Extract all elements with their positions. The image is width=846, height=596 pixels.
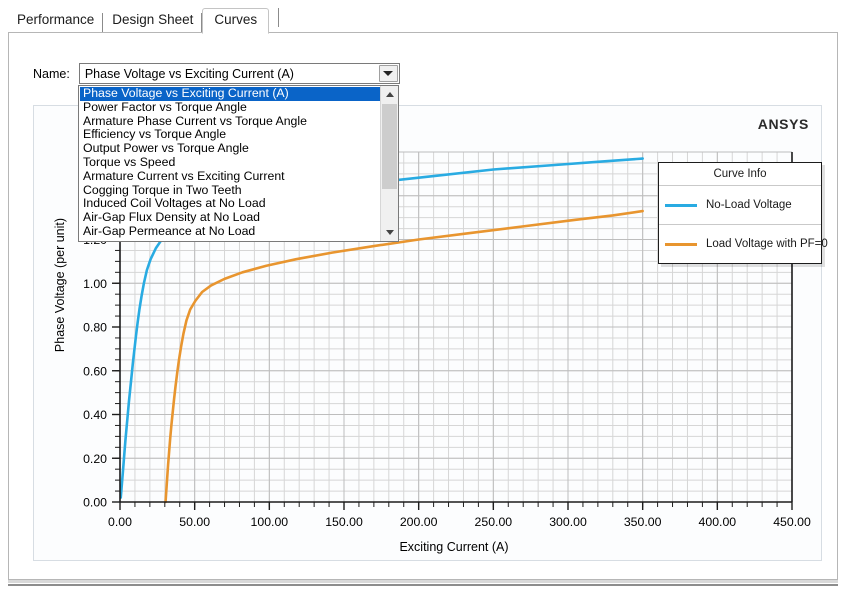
caret-glyph [383,71,394,76]
legend-swatch-no-load-voltage [665,203,697,207]
tab-divider [278,8,280,27]
svg-text:400.00: 400.00 [699,515,737,529]
svg-text:1.00: 1.00 [83,277,107,291]
dropdown-items: Phase Voltage vs Exciting Current (A) Pow… [79,86,380,241]
svg-text:0.80: 0.80 [83,321,107,335]
svg-text:250.00: 250.00 [475,515,513,529]
curve-name-combobox[interactable]: Phase Voltage vs Exciting Current (A) [78,63,400,84]
dropdown-item[interactable]: Phase Voltage vs Exciting Current (A) [80,86,380,101]
svg-text:100.00: 100.00 [251,515,289,529]
tab-design-sheet-label: Design Sheet [112,12,194,27]
curve-name-dropdown-list[interactable]: Phase Voltage vs Exciting Current (A) Pow… [78,85,399,242]
scrollbar-thumb[interactable] [382,104,397,189]
panel-shadow-light [8,580,838,583]
curve-name-selected-value: Phase Voltage vs Exciting Current (A) [84,66,294,81]
triangle-up-glyph [385,92,394,97]
curve-name-label: Name: [33,66,70,81]
dropdown-item[interactable]: Efficiency vs Torque Angle [80,128,380,142]
legend-title: Curve Info [659,163,821,186]
tab-strip: Performance Design Sheet Curves [0,0,846,34]
scroll-down-icon[interactable] [381,224,398,241]
dropdown-scrollbar[interactable] [380,86,398,241]
curves-panel: Name: Phase Voltage vs Exciting Current … [8,32,838,580]
tab-performance-label: Performance [17,12,95,27]
svg-text:0.40: 0.40 [83,408,107,422]
svg-text:0.00: 0.00 [108,515,132,529]
legend-row-no-load-voltage: No-Load Voltage [659,186,821,225]
legend-label-no-load-voltage: No-Load Voltage [706,199,792,211]
dropdown-item[interactable]: Induced Coil Voltages at No Load [80,197,380,211]
dropdown-item[interactable]: Cogging Torque in Two Teeth [80,183,380,198]
legend-row-load-voltage-pf0: Load Voltage with PF=0 [659,225,828,263]
tab-design-sheet[interactable]: Design Sheet [103,9,203,33]
dropdown-item[interactable]: Air-Gap Permeance at No Load [80,224,380,239]
svg-text:0.20: 0.20 [83,452,107,466]
chevron-down-icon[interactable] [378,65,398,82]
dropdown-item[interactable]: Armature Current vs Exciting Current [80,169,380,184]
chart-legend: Curve Info No-Load Voltage Load Voltage … [658,162,828,264]
dropdown-item[interactable]: Power Factor vs Torque Angle [80,100,380,115]
dropdown-item[interactable]: Armature Phase Current vs Torque Angle [80,114,380,129]
scroll-up-icon[interactable] [381,86,398,103]
svg-text:450.00: 450.00 [773,515,811,529]
svg-text:50.00: 50.00 [179,515,210,529]
tab-curves-label: Curves [214,12,258,27]
dropdown-item[interactable]: Air-Gap Flux Density at No Load [80,210,380,225]
panel-shadow-dark [8,584,838,586]
triangle-down-glyph [385,230,394,235]
svg-text:200.00: 200.00 [400,515,438,529]
tab-performance[interactable]: Performance [8,9,104,33]
dropdown-item[interactable]: Torque vs Speed [80,155,380,170]
dropdown-item[interactable]: Output Power vs Torque Angle [80,141,380,156]
legend-swatch-load-voltage-pf0 [665,242,697,246]
svg-text:0.60: 0.60 [83,364,107,378]
svg-text:300.00: 300.00 [549,515,587,529]
curve-name-row: Name: Phase Voltage vs Exciting Current … [33,63,400,84]
svg-text:0.00: 0.00 [83,496,107,510]
svg-text:150.00: 150.00 [325,515,363,529]
legend-label-load-voltage-pf0: Load Voltage with PF=0 [706,238,828,250]
tab-curves[interactable]: Curves [202,8,270,34]
svg-text:350.00: 350.00 [624,515,662,529]
